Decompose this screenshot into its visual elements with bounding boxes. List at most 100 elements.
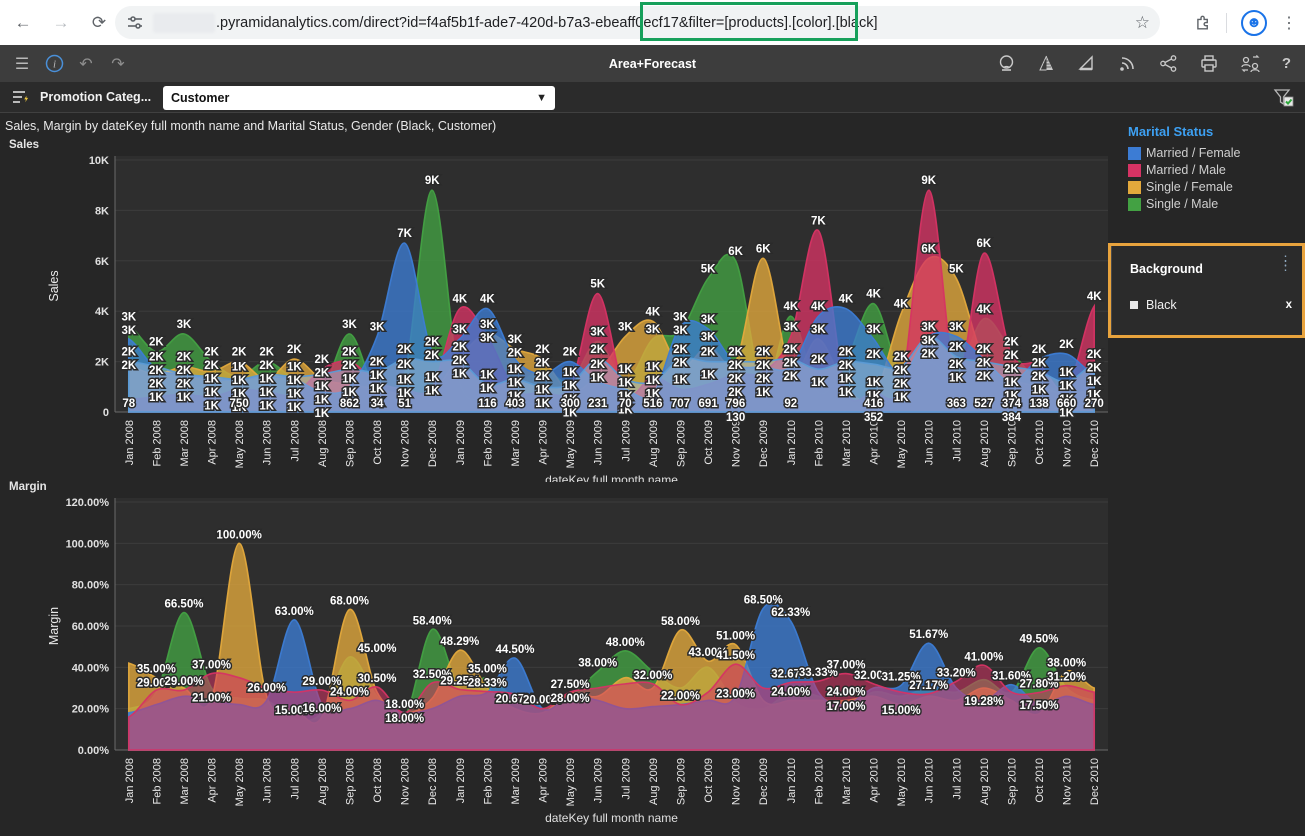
svg-text:32.00%: 32.00% xyxy=(633,670,672,682)
svg-text:Aug 2010: Aug 2010 xyxy=(979,758,991,805)
svg-text:Aug 2009: Aug 2009 xyxy=(648,758,660,805)
back-icon[interactable]: ← xyxy=(8,8,38,38)
svg-text:Dec 2009: Dec 2009 xyxy=(758,420,770,467)
svg-text:100.00%: 100.00% xyxy=(216,529,261,541)
svg-text:41.00%: 41.00% xyxy=(964,651,1003,663)
legend-item[interactable]: Married / Male xyxy=(1128,163,1305,177)
svg-text:Jun 2008: Jun 2008 xyxy=(262,420,274,465)
legend-item[interactable]: Single / Male xyxy=(1128,197,1305,211)
forward-icon[interactable]: → xyxy=(46,8,76,38)
svg-text:2K: 2K xyxy=(232,347,247,359)
svg-text:138: 138 xyxy=(1029,398,1049,410)
url-bar[interactable]: .pyramidanalytics.com/direct?id=f4af5b1f… xyxy=(115,6,1160,39)
svg-text:Dec 2010: Dec 2010 xyxy=(1089,420,1101,467)
svg-text:29.00%: 29.00% xyxy=(164,676,203,688)
svg-text:16.00%: 16.00% xyxy=(302,703,341,715)
svg-text:1K: 1K xyxy=(618,364,633,376)
svg-text:1K: 1K xyxy=(1004,377,1019,389)
svg-text:Jul 2009: Jul 2009 xyxy=(620,758,632,800)
panel-menu-icon[interactable]: ⋮⋮ xyxy=(1279,258,1292,268)
svg-text:Sep 2008: Sep 2008 xyxy=(344,758,356,805)
crystal-ball-icon[interactable] xyxy=(997,54,1016,73)
info-icon[interactable]: i xyxy=(38,51,70,77)
svg-text:2K: 2K xyxy=(894,352,909,364)
svg-text:3K: 3K xyxy=(646,324,661,336)
svg-text:2K: 2K xyxy=(783,344,798,356)
svg-text:70: 70 xyxy=(619,398,632,410)
remove-filter-icon[interactable]: x xyxy=(1286,299,1292,311)
svg-text:May 2010: May 2010 xyxy=(896,758,908,806)
svg-text:1K: 1K xyxy=(287,389,302,401)
sales-area-chart[interactable]: 02K4K6K8K10KJan 2008Feb 2008Mar 2008Apr … xyxy=(0,146,1115,482)
signal-rss-icon[interactable] xyxy=(1118,54,1138,73)
svg-text:22.00%: 22.00% xyxy=(661,691,700,703)
svg-text:27.50%: 27.50% xyxy=(551,679,590,691)
svg-text:2K: 2K xyxy=(452,342,467,354)
svg-text:1K: 1K xyxy=(425,372,440,384)
share-icon[interactable] xyxy=(1159,54,1178,73)
customer-dropdown[interactable]: Customer ▼ xyxy=(163,86,555,110)
svg-text:2K: 2K xyxy=(1032,344,1047,356)
svg-text:2K: 2K xyxy=(1032,358,1047,370)
svg-text:4K: 4K xyxy=(839,294,854,306)
svg-text:2K: 2K xyxy=(590,359,605,371)
svg-text:2K: 2K xyxy=(1059,339,1074,351)
svg-text:28.00%: 28.00% xyxy=(551,693,590,705)
svg-text:Nov 2008: Nov 2008 xyxy=(400,420,412,467)
print-icon[interactable] xyxy=(1199,54,1219,73)
svg-text:1K: 1K xyxy=(1059,380,1074,392)
svg-text:862: 862 xyxy=(340,398,359,410)
svg-text:May 2008: May 2008 xyxy=(234,420,246,468)
svg-text:40.00%: 40.00% xyxy=(72,662,110,674)
svg-text:Mar 2009: Mar 2009 xyxy=(510,420,522,466)
svg-text:2K: 2K xyxy=(894,365,909,377)
refresh-icon[interactable]: ⟳ xyxy=(84,8,114,38)
svg-text:60.00%: 60.00% xyxy=(72,621,110,633)
help-icon[interactable]: ? xyxy=(1282,55,1291,72)
slicer-title: Promotion Categ... xyxy=(40,90,151,104)
redo-icon[interactable]: ↷ xyxy=(102,51,134,77)
svg-text:2K: 2K xyxy=(315,354,330,366)
svg-text:2K: 2K xyxy=(204,360,219,372)
filter-applied-icon[interactable] xyxy=(1273,88,1295,113)
svg-text:15.00%: 15.00% xyxy=(882,705,921,717)
profile-avatar[interactable]: ☻ xyxy=(1241,10,1267,36)
legend-item[interactable]: Single / Female xyxy=(1128,180,1305,194)
swap-users-icon[interactable] xyxy=(1240,54,1261,73)
svg-text:35.00%: 35.00% xyxy=(137,664,176,676)
svg-text:Jun 2009: Jun 2009 xyxy=(593,420,605,465)
legend-item[interactable]: Married / Female xyxy=(1128,146,1305,160)
svg-text:44.50%: 44.50% xyxy=(495,644,534,656)
svg-text:Feb 2010: Feb 2010 xyxy=(813,758,825,804)
hamburger-menu-icon[interactable]: ☰ xyxy=(6,51,38,77)
svg-text:1K: 1K xyxy=(259,401,274,413)
svg-text:80.00%: 80.00% xyxy=(72,580,110,592)
svg-text:403: 403 xyxy=(505,398,524,410)
svg-text:Apr 2008: Apr 2008 xyxy=(207,420,219,465)
margin-area-chart[interactable]: 0.00%20.00%40.00%60.00%80.00%100.00%120.… xyxy=(0,488,1115,834)
svg-text:Dec 2008: Dec 2008 xyxy=(427,758,439,805)
svg-text:May 2009: May 2009 xyxy=(565,420,577,468)
annotation-highlight-orange: Background ⋮⋮ Black x xyxy=(1108,243,1305,338)
svg-text:18.00%: 18.00% xyxy=(385,699,424,711)
svg-text:Jan 2008: Jan 2008 xyxy=(124,420,136,465)
browser-menu-icon[interactable]: ⋮ xyxy=(1281,13,1297,33)
svg-text:1K: 1K xyxy=(315,408,330,420)
svg-text:Jun 2010: Jun 2010 xyxy=(924,420,936,465)
svg-text:2K: 2K xyxy=(783,371,798,383)
legend-swatch xyxy=(1128,181,1141,194)
bookmark-star-icon[interactable]: ☆ xyxy=(1135,13,1150,33)
extensions-icon[interactable] xyxy=(1194,14,1212,32)
ruler-icon[interactable] xyxy=(1077,54,1097,73)
svg-text:2K: 2K xyxy=(756,360,771,372)
site-settings-icon[interactable] xyxy=(127,15,143,31)
svg-text:2K: 2K xyxy=(397,359,412,371)
pyramid-icon[interactable] xyxy=(1037,54,1056,73)
chevron-down-icon: ▼ xyxy=(536,92,547,104)
svg-text:78: 78 xyxy=(122,398,135,410)
svg-text:2K: 2K xyxy=(315,368,330,380)
svg-text:Nov 2009: Nov 2009 xyxy=(731,420,743,467)
svg-text:2K: 2K xyxy=(728,347,743,359)
background-filter-chip[interactable]: Black x xyxy=(1130,298,1292,312)
undo-icon[interactable]: ↶ xyxy=(70,51,102,77)
